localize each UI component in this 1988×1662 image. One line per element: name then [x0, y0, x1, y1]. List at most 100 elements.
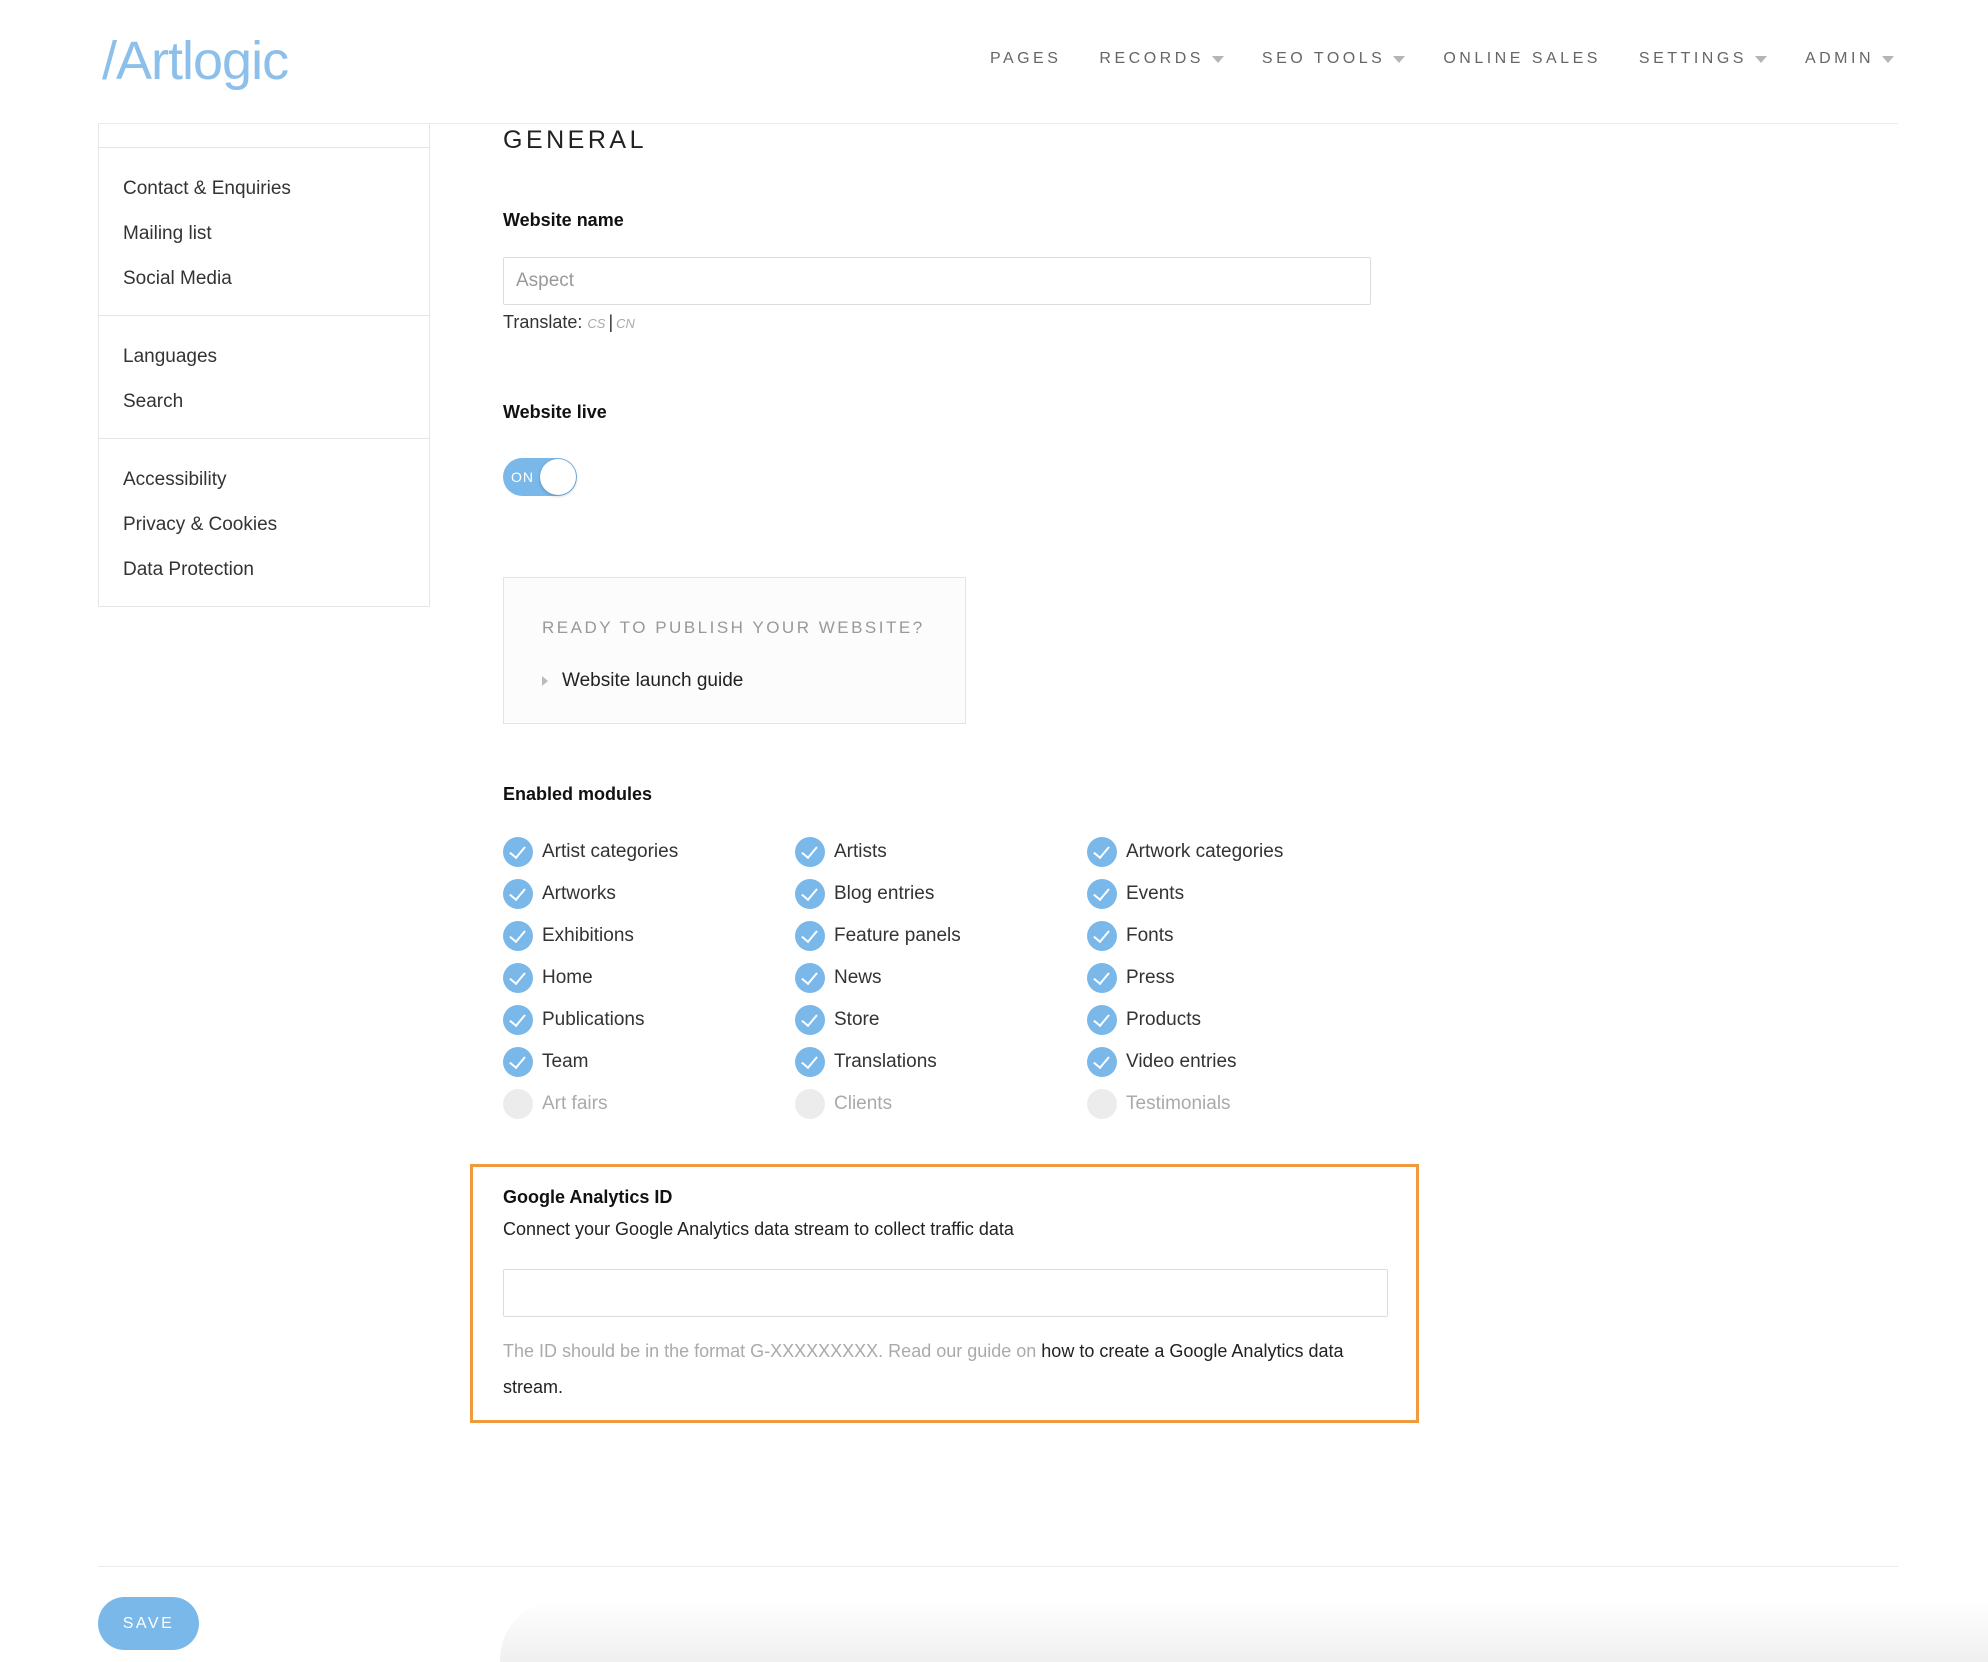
check-icon — [503, 837, 533, 867]
chevron-down-icon — [1882, 55, 1894, 63]
nav-records[interactable]: RECORDS — [1099, 50, 1224, 68]
sidebar-item-languages[interactable]: Languages — [99, 334, 429, 379]
module-checkbox[interactable]: Translations — [795, 1047, 937, 1077]
sidebar-item-social-media[interactable]: Social Media — [99, 256, 429, 301]
module-checkbox[interactable]: Fonts — [1087, 921, 1174, 951]
save-button[interactable]: SAVE — [98, 1597, 199, 1650]
launch-guide-label: Website launch guide — [562, 670, 744, 691]
check-icon — [795, 879, 825, 909]
website-live-toggle[interactable]: ON — [503, 458, 577, 496]
module-label: Exhibitions — [542, 925, 634, 946]
check-icon — [1087, 837, 1117, 867]
website-name-input[interactable] — [503, 257, 1371, 305]
module-checkbox[interactable]: Events — [1087, 879, 1184, 909]
artlogic-logo[interactable]: /Artlogic — [102, 30, 289, 92]
settings-sidebar: Contact & Enquiries Mailing list Social … — [98, 124, 430, 607]
module-checkbox[interactable]: Press — [1087, 963, 1175, 993]
module-checkbox[interactable]: Clients — [795, 1089, 892, 1119]
module-label: Artworks — [542, 883, 616, 904]
chevron-down-icon — [1754, 55, 1767, 63]
sidebar-group: Languages Search — [99, 316, 429, 439]
module-checkbox[interactable]: Publications — [503, 1005, 644, 1035]
module-checkbox[interactable]: News — [795, 963, 882, 993]
module-checkbox[interactable]: Home — [503, 963, 593, 993]
check-icon — [1087, 1047, 1117, 1077]
nav-pages[interactable]: PAGES — [990, 50, 1061, 68]
nav-admin-label: ADMIN — [1804, 50, 1874, 67]
check-icon — [503, 963, 533, 993]
sidebar-divider — [99, 124, 429, 148]
module-checkbox[interactable]: Artwork categories — [1087, 837, 1283, 867]
module-label: Art fairs — [542, 1093, 608, 1114]
module-label: Artist categories — [542, 841, 679, 862]
module-label: Events — [1126, 883, 1185, 904]
module-checkbox[interactable]: Artists — [795, 837, 887, 867]
module-label: News — [834, 967, 882, 988]
check-icon — [503, 879, 533, 909]
check-icon — [503, 921, 533, 951]
sidebar-group: Accessibility Privacy & Cookies Data Pro… — [99, 439, 429, 606]
module-label: Artwork categories — [1126, 841, 1284, 862]
nav-seo-tools-label: SEO TOOLS — [1261, 50, 1386, 67]
module-label: Translations — [834, 1051, 937, 1072]
module-label: Press — [1126, 967, 1175, 988]
footer-divider — [98, 1566, 1898, 1567]
sidebar-item-search[interactable]: Search — [99, 379, 429, 424]
nav-online-sales[interactable]: ONLINE SALES — [1443, 50, 1601, 68]
module-checkbox[interactable]: Feature panels — [795, 921, 961, 951]
translate-separator: | — [608, 312, 614, 332]
sidebar-item-accessibility[interactable]: Accessibility — [99, 457, 429, 502]
sidebar-item-privacy-cookies[interactable]: Privacy & Cookies — [99, 502, 429, 547]
check-icon — [1087, 921, 1117, 951]
translate-label: Translate: — [503, 312, 583, 332]
module-checkbox[interactable]: Team — [503, 1047, 588, 1077]
module-checkbox[interactable]: Artist categories — [503, 837, 678, 867]
google-analytics-description: Connect your Google Analytics data strea… — [503, 1219, 1014, 1239]
module-checkbox[interactable]: Products — [1087, 1005, 1201, 1035]
module-label: Feature panels — [834, 925, 961, 946]
nav-admin[interactable]: ADMIN — [1805, 50, 1894, 68]
check-icon — [795, 837, 825, 867]
top-header: /Artlogic PAGES RECORDS SEO TOOLS ONLINE… — [98, 0, 1898, 124]
unchecked-circle-icon — [795, 1089, 825, 1119]
sidebar-item-mailing-list[interactable]: Mailing list — [99, 211, 429, 256]
google-analytics-help: The ID should be in the format G-XXXXXXX… — [503, 1333, 1388, 1405]
module-label: Video entries — [1126, 1051, 1237, 1072]
translate-lang-cn[interactable]: CN — [616, 316, 635, 331]
module-checkbox[interactable]: Exhibitions — [503, 921, 634, 951]
publish-title: READY TO PUBLISH YOUR WEBSITE? — [542, 618, 925, 637]
translate-lang-cs[interactable]: CS — [587, 316, 605, 331]
nav-seo-tools[interactable]: SEO TOOLS — [1261, 50, 1406, 68]
nav-settings-label: SETTINGS — [1638, 50, 1747, 67]
website-launch-guide-link[interactable]: Website launch guide — [542, 670, 743, 692]
check-icon — [795, 921, 825, 951]
check-icon — [1087, 963, 1117, 993]
module-checkbox[interactable]: Video entries — [1087, 1047, 1237, 1077]
module-checkbox[interactable]: Artworks — [503, 879, 616, 909]
module-checkbox[interactable]: Testimonials — [1087, 1089, 1231, 1119]
check-icon — [1087, 879, 1117, 909]
page-title: GENERAL — [503, 126, 647, 154]
nav-settings[interactable]: SETTINGS — [1639, 50, 1767, 68]
nav-pages-label: PAGES — [989, 50, 1062, 67]
google-analytics-id-input[interactable] — [503, 1269, 1388, 1317]
check-icon — [503, 1047, 533, 1077]
publish-panel: READY TO PUBLISH YOUR WEBSITE? Website l… — [503, 577, 966, 724]
website-live-label: Website live — [503, 402, 607, 422]
check-icon — [795, 963, 825, 993]
module-label: Clients — [834, 1093, 893, 1114]
main-nav: PAGES RECORDS SEO TOOLS ONLINE SALES SET… — [952, 50, 1894, 68]
toggle-state-label: ON — [511, 469, 534, 485]
module-checkbox[interactable]: Art fairs — [503, 1089, 607, 1119]
sidebar-item-data-protection[interactable]: Data Protection — [99, 547, 429, 592]
module-label: Team — [542, 1051, 589, 1072]
sidebar-item-contact-enquiries[interactable]: Contact & Enquiries — [99, 166, 429, 211]
module-label: Products — [1126, 1009, 1201, 1030]
check-icon — [1087, 1005, 1117, 1035]
module-checkbox[interactable]: Store — [795, 1005, 879, 1035]
enabled-modules-label: Enabled modules — [503, 784, 653, 804]
module-checkbox[interactable]: Blog entries — [795, 879, 934, 909]
module-label: Fonts — [1126, 925, 1174, 946]
module-label: Publications — [542, 1009, 645, 1030]
check-icon — [795, 1047, 825, 1077]
